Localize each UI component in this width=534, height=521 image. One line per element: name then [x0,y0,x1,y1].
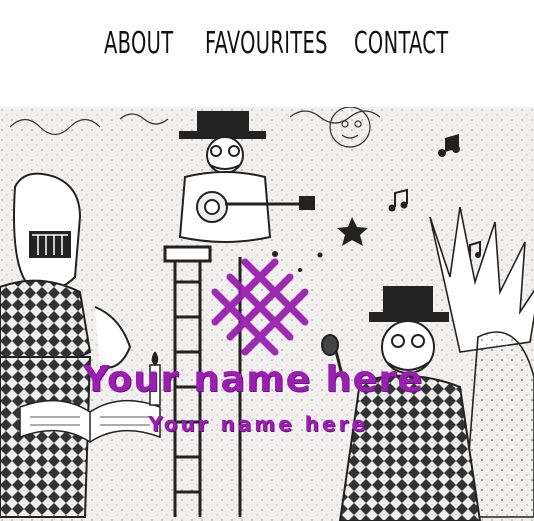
hero-title: Your name here [82,359,424,400]
nav-about-link[interactable]: ABOUT [104,26,173,61]
nav-contact-link[interactable]: CONTACT [354,26,448,61]
hero-banner: Your name here Your name here [0,107,534,521]
hero-subtitle: Your name here [148,412,368,436]
nav-favourites-link[interactable]: FAVOURITES [205,26,328,61]
hero-illustration [0,107,534,521]
hash-cross-logo-icon [211,258,309,356]
top-navigation: ABOUT FAVOURITES CONTACT [0,0,534,107]
